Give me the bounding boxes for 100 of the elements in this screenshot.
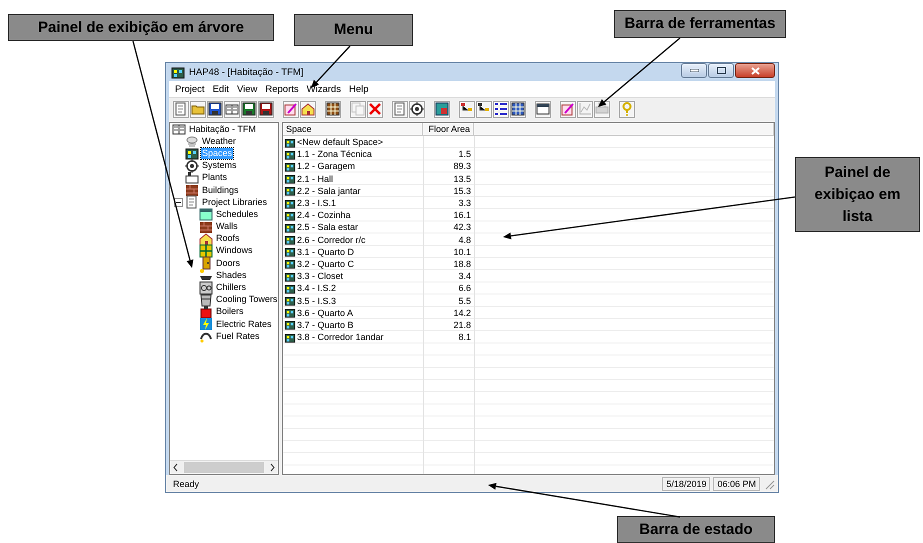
tree-item[interactable]: Habitação - TFM <box>188 124 257 135</box>
table-cell[interactable]: 2.2 - Sala jantar <box>297 186 361 196</box>
toolbar-button[interactable] <box>493 100 509 118</box>
toolbar-button[interactable] <box>434 100 450 118</box>
building-icon <box>284 210 296 221</box>
tree-item[interactable]: Cooling Towers <box>215 294 278 306</box>
grid-icon <box>511 102 525 116</box>
tree-item[interactable]: Doors <box>215 258 242 269</box>
scrollbar-thumb[interactable] <box>184 462 264 473</box>
house-icon <box>301 102 315 116</box>
tree-item[interactable]: Windows <box>215 245 254 256</box>
toolbar-button[interactable] <box>258 100 274 118</box>
toolbar-button[interactable] <box>392 100 408 118</box>
window-icon <box>199 244 213 258</box>
table-cell: 8.1 <box>458 332 471 342</box>
table-cell[interactable]: 1.1 - Zona Técnica <box>297 149 372 160</box>
maximize-button[interactable] <box>708 63 734 78</box>
tree-item[interactable]: Roofs <box>215 233 241 244</box>
tree-item[interactable]: Buildings <box>201 184 240 196</box>
tree-item[interactable]: Schedules <box>215 208 260 220</box>
menu-item[interactable]: Project <box>171 84 209 94</box>
maximize-icon <box>716 67 726 74</box>
tree-item[interactable]: Weather <box>201 136 237 147</box>
menu-item[interactable]: View <box>232 84 262 94</box>
table-cell[interactable]: 3.5 - I.S.3 <box>297 296 336 306</box>
table-cell: 4.8 <box>458 234 471 245</box>
table-cell[interactable]: 1.2 - Garagem <box>297 161 356 172</box>
calendar-icon <box>199 207 213 222</box>
tree-item[interactable]: Chillers <box>215 282 248 294</box>
callout-label: Painel de exibiçao em lista <box>795 157 920 232</box>
toolbar-button[interactable] <box>409 100 425 118</box>
table-cell[interactable]: 2.4 - Cozinha <box>297 210 351 220</box>
toolbar-button[interactable] <box>325 100 341 118</box>
menu-item[interactable]: Wizards <box>302 84 345 94</box>
toolbar-button[interactable] <box>224 100 240 118</box>
building-icon <box>284 295 296 306</box>
toolbar-button[interactable] <box>241 100 257 118</box>
building-icon <box>284 258 296 270</box>
table-cell[interactable]: 3.1 - Quarto D <box>297 246 354 257</box>
tree-item[interactable]: Shades <box>215 270 248 281</box>
grid-icon <box>326 102 340 116</box>
tree-item[interactable]: Plants <box>201 172 228 184</box>
table-cell: 1.5 <box>458 149 471 160</box>
table-cell[interactable]: 3.7 - Quarto B <box>297 320 354 330</box>
table-cell[interactable]: 3.6 - Quarto A <box>297 308 354 318</box>
tree-item[interactable]: Walls <box>215 221 239 232</box>
building-icon <box>284 148 296 160</box>
tree-item[interactable]: Systems <box>201 160 238 172</box>
table-cell[interactable]: 2.5 - Sala estar <box>297 222 358 232</box>
callout-label: Barra de ferramentas <box>614 10 786 38</box>
callout-label: Barra de estado <box>617 516 775 543</box>
tree-item[interactable]: Project Libraries <box>201 196 268 208</box>
shade-icon <box>199 268 213 282</box>
tree-item[interactable]: Electric Rates <box>215 318 273 330</box>
table-cell[interactable]: 3.3 - Closet <box>297 271 344 282</box>
building-icon <box>284 136 296 148</box>
toolbar-button[interactable] <box>207 100 223 118</box>
table-cell[interactable]: 2.3 - I.S.1 <box>297 198 336 208</box>
cloud-icon <box>185 134 199 148</box>
table-cell[interactable]: <New default Space> <box>297 137 384 148</box>
building-icon <box>284 160 296 172</box>
menu-item[interactable]: Edit <box>208 84 233 94</box>
menu-item[interactable]: Help <box>344 84 372 94</box>
building-icon <box>284 234 296 246</box>
column-header[interactable]: Floor Area <box>423 123 474 135</box>
toolbar-button[interactable] <box>510 100 526 118</box>
tree-item[interactable]: Boilers <box>215 306 245 318</box>
close-icon <box>750 66 760 74</box>
table-cell[interactable]: 3.8 - Corredor 1andar <box>297 332 384 342</box>
menu-item[interactable]: Reports <box>261 84 303 94</box>
table-cell[interactable]: 2.6 - Corredor r/c <box>297 234 366 245</box>
chart-icon <box>578 102 592 116</box>
table-cell: 3.3 <box>458 198 471 208</box>
gear-icon <box>185 158 199 173</box>
brick-icon <box>199 220 213 234</box>
table-cell[interactable]: 2.1 - Hall <box>297 174 334 184</box>
building-icon <box>284 332 296 343</box>
toolbar-button[interactable] <box>535 100 551 118</box>
table-cell: 42.3 <box>453 222 471 232</box>
window-icon <box>536 102 550 116</box>
status-text: Ready <box>172 478 200 490</box>
column-header[interactable]: Space <box>283 123 423 135</box>
brick-icon <box>185 183 199 198</box>
table-cell: 13.5 <box>453 174 471 184</box>
minimize-button[interactable] <box>681 63 707 78</box>
gear-icon <box>410 102 424 116</box>
toolbar-button[interactable] <box>459 100 475 118</box>
collapse-toggle[interactable] <box>174 198 183 207</box>
toolbar-button[interactable] <box>173 100 189 118</box>
toolbar-button[interactable] <box>476 100 492 118</box>
table-cell: 18.8 <box>453 258 471 269</box>
table-cell[interactable]: 3.2 - Quarto C <box>297 258 354 269</box>
boiler-icon <box>199 304 213 319</box>
tree-item[interactable]: Fuel Rates <box>215 330 261 342</box>
resize-grip-icon[interactable] <box>763 478 775 490</box>
building-icon <box>284 185 296 196</box>
close-button[interactable] <box>735 63 775 78</box>
table-cell[interactable]: 3.4 - I.S.2 <box>297 283 336 294</box>
book-icon <box>225 102 239 116</box>
building-icon <box>284 246 296 258</box>
